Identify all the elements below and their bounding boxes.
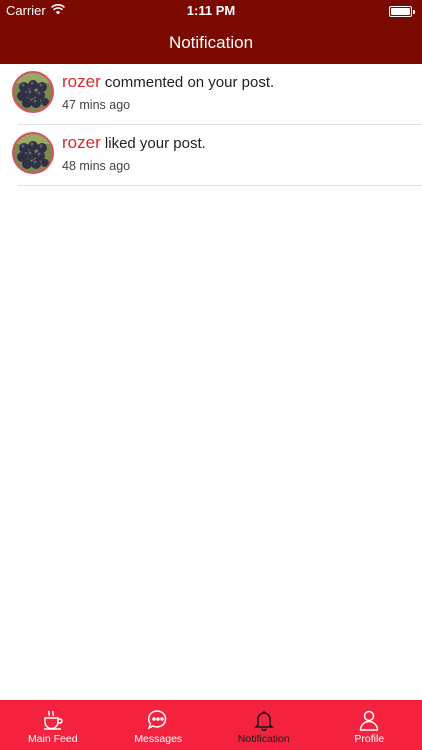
notification-text: rozer liked your post. 48 mins ago bbox=[62, 133, 206, 173]
app-header: Carrier 1:11 PM Notification bbox=[0, 0, 422, 64]
username-link[interactable]: rozer bbox=[62, 72, 101, 91]
notification-time: 47 mins ago bbox=[62, 98, 131, 112]
username-link[interactable]: rozer bbox=[62, 133, 101, 152]
row-divider bbox=[18, 185, 422, 186]
notification-list: rozer commented on your post. 47 mins ag… bbox=[0, 64, 422, 186]
status-time: 1:11 PM bbox=[186, 3, 236, 18]
chat-bubble-icon bbox=[147, 709, 169, 733]
notification-action: commented on your post. bbox=[104, 74, 275, 91]
notification-time: 48 mins ago bbox=[62, 159, 131, 173]
coffee-cup-icon bbox=[42, 709, 64, 733]
notification-action: liked your post. bbox=[104, 135, 206, 152]
notification-message: rozer commented on your post. bbox=[62, 72, 274, 92]
tab-main-feed[interactable]: Main Feed bbox=[0, 700, 106, 750]
tab-main-feed-label: Main Feed bbox=[27, 733, 78, 745]
battery-icon bbox=[389, 6, 415, 17]
page-title: Notification bbox=[168, 33, 254, 52]
notification-item[interactable]: rozer commented on your post. 47 mins ag… bbox=[0, 64, 422, 125]
tab-bar: Main Feed Messages Notification Profile bbox=[0, 700, 422, 750]
tab-profile[interactable]: Profile bbox=[317, 700, 422, 750]
tab-messages-label: Messages bbox=[134, 733, 183, 745]
tab-notification[interactable]: Notification bbox=[211, 700, 317, 750]
status-bar: Carrier 1:11 PM bbox=[0, 0, 422, 22]
notification-message: rozer liked your post. bbox=[62, 133, 206, 153]
notification-item[interactable]: rozer liked your post. 48 mins ago bbox=[0, 125, 422, 186]
tab-notification-label: Notification bbox=[237, 733, 290, 745]
user-avatar[interactable] bbox=[12, 132, 54, 174]
person-icon bbox=[358, 709, 380, 733]
tab-messages[interactable]: Messages bbox=[106, 700, 212, 750]
notification-text: rozer commented on your post. 47 mins ag… bbox=[62, 72, 274, 112]
bell-icon bbox=[253, 709, 275, 733]
user-avatar[interactable] bbox=[12, 71, 54, 113]
tab-profile-label: Profile bbox=[354, 733, 385, 745]
